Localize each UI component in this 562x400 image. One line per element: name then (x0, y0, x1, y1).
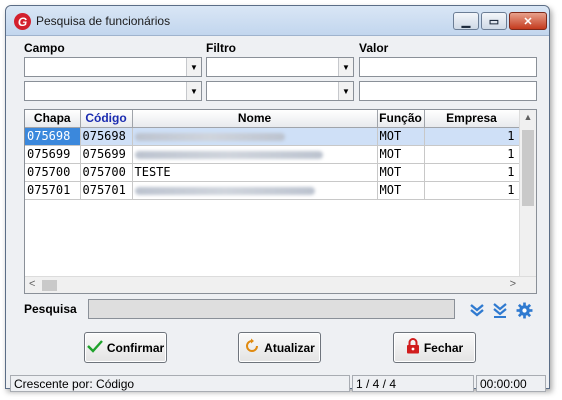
cell-codigo[interactable]: 075701 (80, 181, 133, 200)
table-row[interactable]: 075699 075699 MOT 1 (25, 145, 520, 164)
refresh-button-label: Atualizar (264, 340, 315, 355)
cell-chapa[interactable]: 075698 (25, 127, 81, 146)
cell-codigo[interactable]: 075699 (80, 145, 133, 164)
dropdown-arrow-icon[interactable]: ▼ (186, 82, 201, 100)
cell-codigo[interactable]: 075698 (80, 127, 133, 146)
dialog-content: Campo Filtro Valor ▼ ▼ ▼ ▼ Chapa Código … (6, 37, 549, 392)
cell-chapa[interactable]: 075700 (25, 163, 81, 182)
cell-funcao[interactable]: MOT (377, 127, 425, 146)
valor-input-1[interactable] (359, 57, 537, 77)
table-row[interactable]: 075700 075700 TESTE MOT 1 (25, 163, 520, 182)
campo-select-1[interactable]: ▼ (24, 57, 202, 77)
maximize-button[interactable]: ▭ (481, 12, 507, 30)
status-time: 00:00:00 (476, 375, 546, 392)
dropdown-arrow-icon[interactable]: ▼ (186, 58, 201, 76)
double-chevron-down-icon[interactable] (467, 299, 487, 321)
campo-label: Campo (24, 41, 65, 55)
scroll-up-icon[interactable]: ▲ (520, 112, 536, 122)
valor-input-2[interactable] (359, 81, 537, 101)
cell-chapa[interactable]: 075701 (25, 181, 81, 200)
cell-nome[interactable]: TESTE (132, 163, 378, 182)
title-bar[interactable]: G Pesquisa de funcionários ▁ ▭ ✕ (6, 6, 549, 36)
status-record-position: 1 / 4 / 4 (352, 375, 474, 392)
close-dialog-button[interactable]: Fechar (393, 332, 476, 363)
filtro-select-1[interactable]: ▼ (206, 57, 354, 77)
valor-label: Valor (359, 41, 389, 55)
confirm-button[interactable]: Confirmar (84, 332, 167, 363)
filtro-label: Filtro (206, 41, 236, 55)
cell-empresa[interactable]: 1 (424, 181, 520, 200)
cell-nome[interactable] (132, 145, 378, 164)
cell-empresa[interactable]: 1 (424, 145, 520, 164)
column-header-nome[interactable]: Nome (132, 110, 378, 128)
column-header-empresa[interactable]: Empresa (424, 110, 520, 128)
scroll-left-icon[interactable]: < (29, 278, 35, 290)
app-logo-icon: G (14, 13, 31, 30)
employees-table: Chapa Código Nome Função Empresa 075698 … (25, 110, 520, 200)
checkmark-icon (86, 339, 103, 356)
column-header-funcao[interactable]: Função (377, 110, 425, 128)
cell-empresa[interactable]: 1 (424, 163, 520, 182)
chevron-to-bottom-icon[interactable] (490, 299, 510, 321)
lock-icon (406, 338, 420, 357)
refresh-button[interactable]: Atualizar (238, 332, 321, 363)
cell-chapa[interactable]: 075699 (25, 145, 81, 164)
status-sort-order: Crescente por: Código (10, 375, 350, 392)
redacted-name (134, 150, 323, 159)
cell-nome[interactable] (132, 181, 378, 200)
employees-grid[interactable]: Chapa Código Nome Função Empresa 075698 … (24, 109, 537, 294)
search-input[interactable] (88, 299, 455, 319)
horizontal-scroll-thumb[interactable] (42, 280, 57, 291)
dropdown-arrow-icon[interactable]: ▼ (338, 58, 353, 76)
cell-funcao[interactable]: MOT (377, 163, 425, 182)
column-header-chapa[interactable]: Chapa (25, 110, 81, 128)
cell-funcao[interactable]: MOT (377, 181, 425, 200)
table-row[interactable]: 075701 075701 MOT 1 (25, 181, 520, 200)
redacted-name (134, 132, 285, 141)
window-title: Pesquisa de funcionários (36, 14, 171, 28)
gear-icon[interactable] (514, 299, 534, 321)
refresh-icon (244, 338, 260, 357)
table-row[interactable]: 075698 075698 MOT 1 (25, 127, 520, 146)
column-header-codigo[interactable]: Código (80, 110, 133, 128)
cell-codigo[interactable]: 075700 (80, 163, 133, 182)
minimize-button[interactable]: ▁ (453, 12, 479, 30)
cell-nome[interactable] (132, 127, 378, 146)
campo-select-2[interactable]: ▼ (24, 81, 202, 101)
vertical-scroll-thumb[interactable] (522, 130, 534, 206)
dialog-window: G Pesquisa de funcionários ▁ ▭ ✕ Campo F… (5, 5, 550, 392)
close-dialog-button-label: Fechar (423, 340, 464, 355)
table-header-row: Chapa Código Nome Função Empresa (25, 110, 520, 128)
vertical-scrollbar[interactable]: ▲ (519, 110, 536, 276)
filtro-select-2[interactable]: ▼ (206, 81, 354, 101)
dropdown-arrow-icon[interactable]: ▼ (338, 82, 353, 100)
cell-funcao[interactable]: MOT (377, 145, 425, 164)
confirm-button-label: Confirmar (106, 340, 165, 355)
horizontal-scrollbar[interactable]: < > (25, 276, 536, 293)
redacted-name (134, 186, 315, 195)
cell-empresa[interactable]: 1 (424, 127, 520, 146)
search-label: Pesquisa (24, 302, 77, 316)
close-button[interactable]: ✕ (509, 12, 547, 30)
scroll-right-icon[interactable]: > (510, 278, 516, 290)
